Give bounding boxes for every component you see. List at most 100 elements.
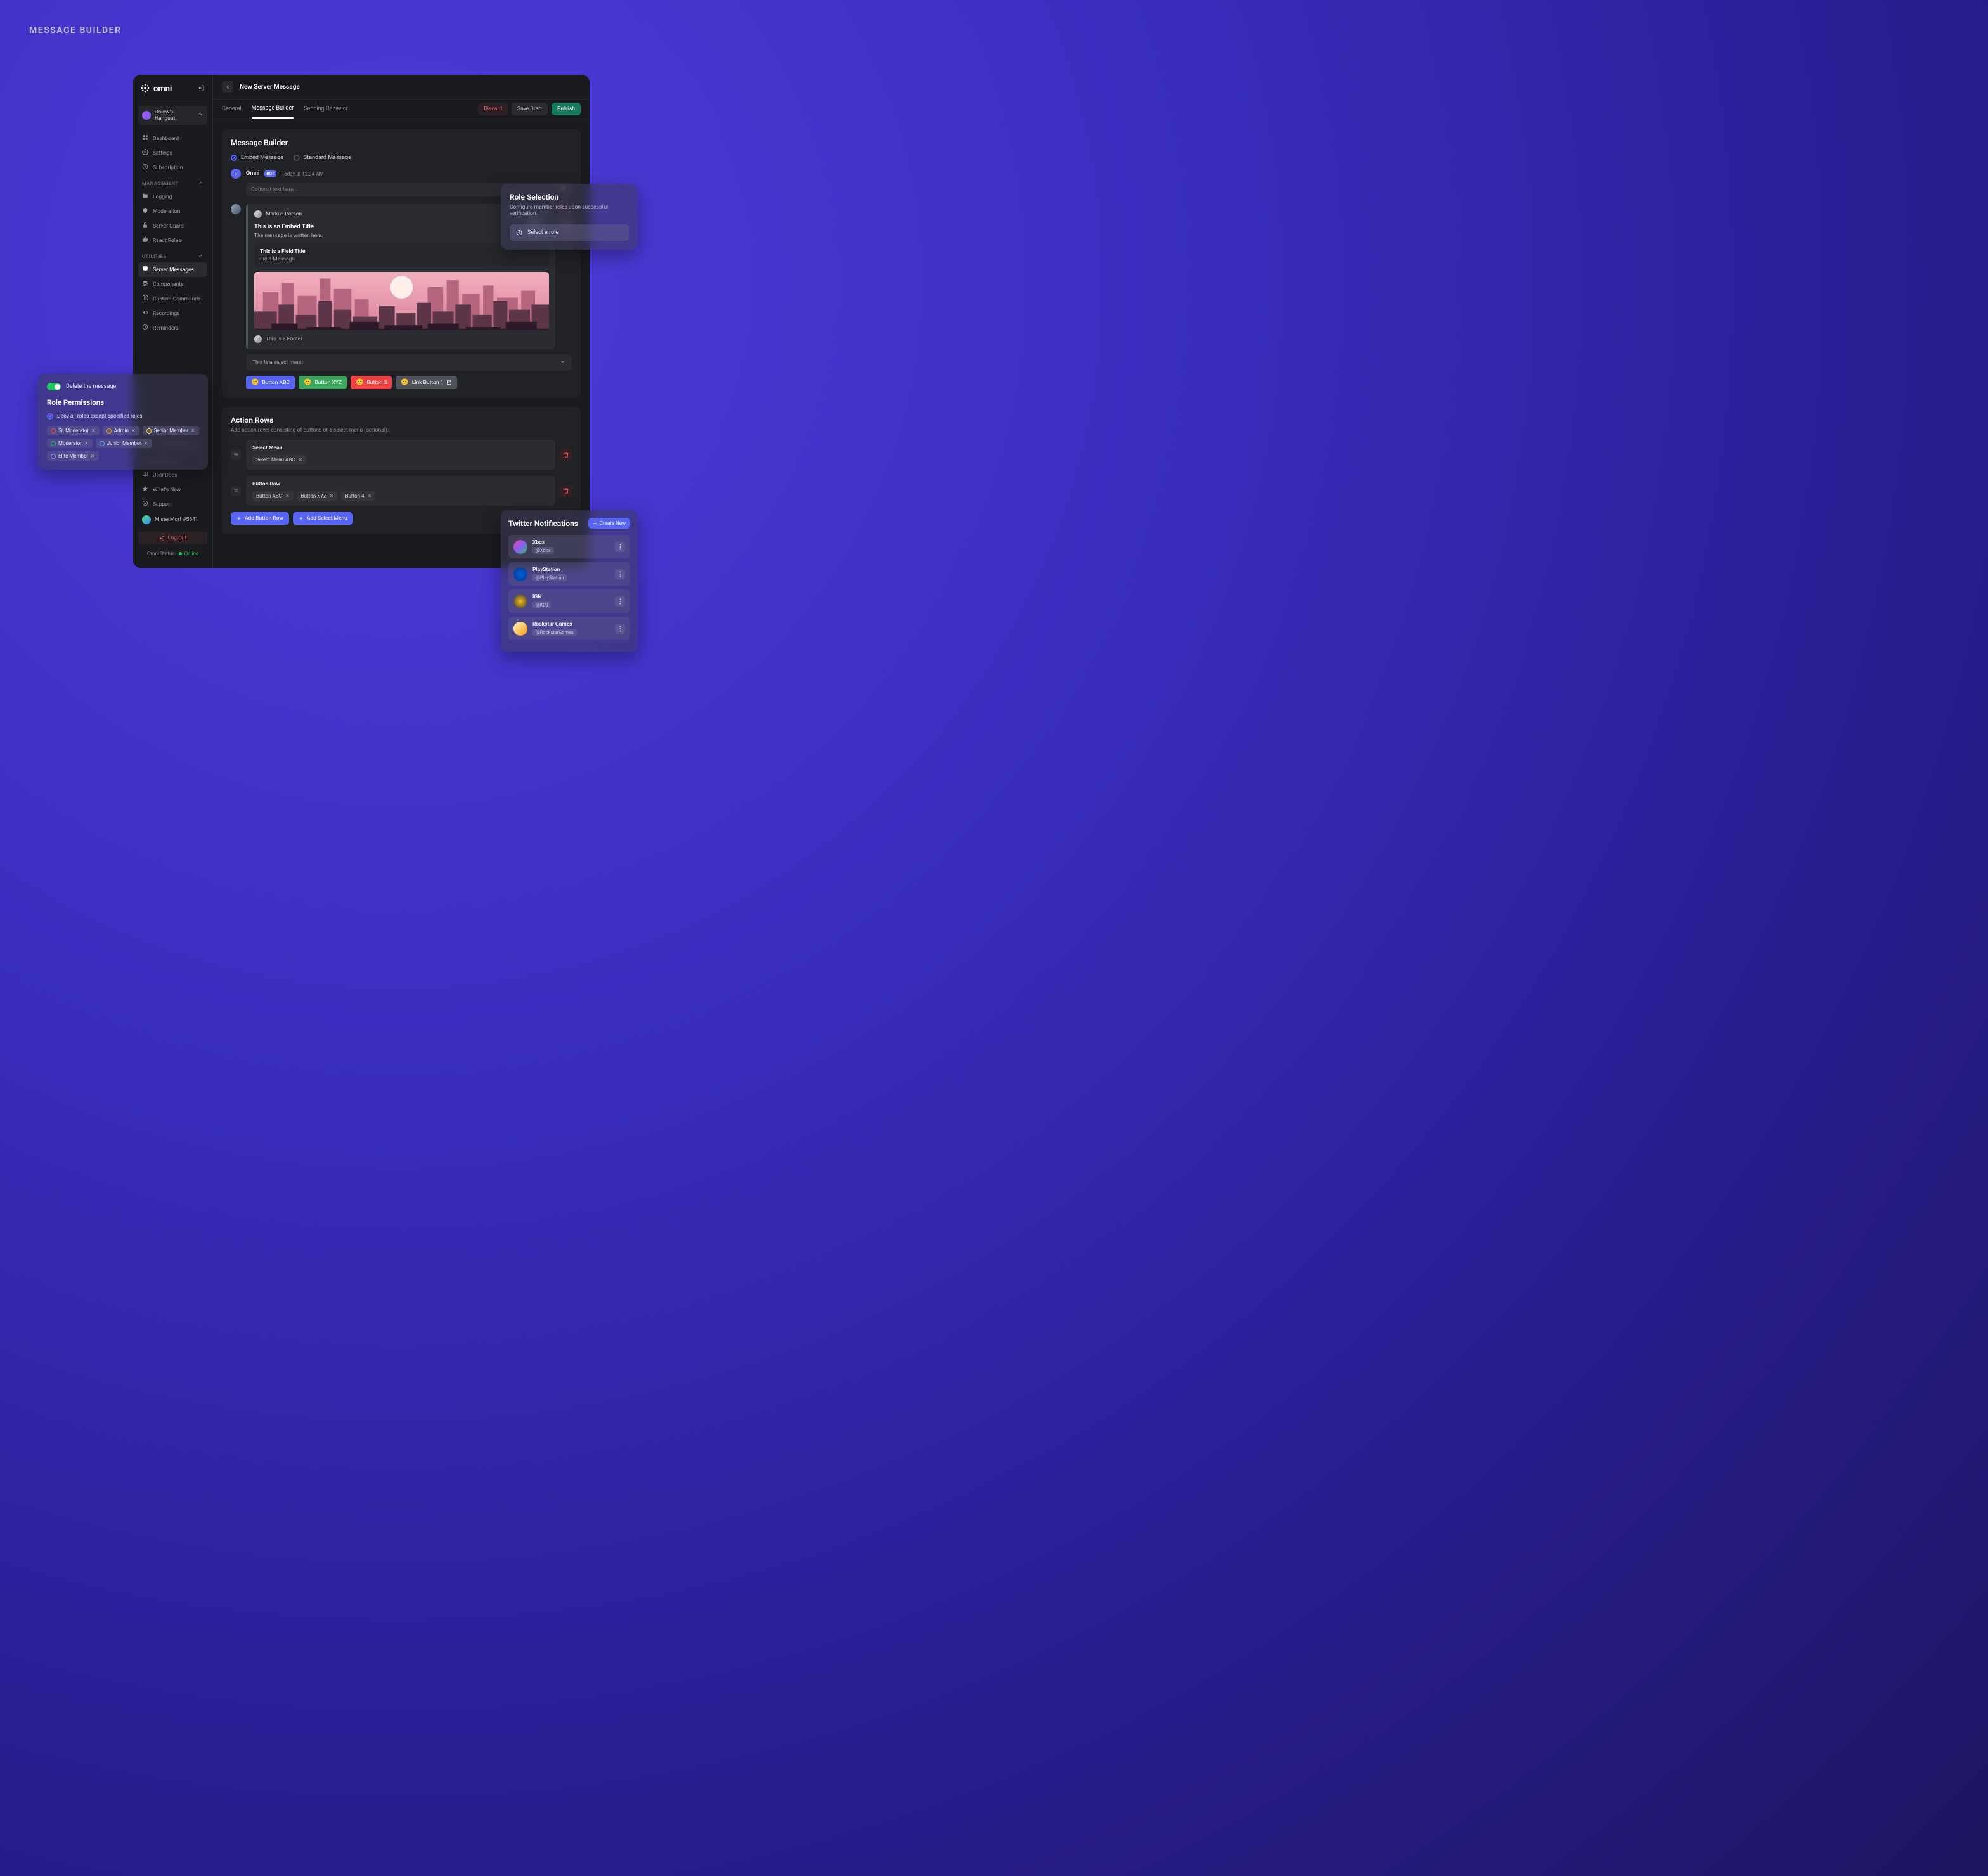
button-row-preview: 😊Button ABC 😊Button XYZ 😊Button 2 😊Link … [246,376,572,389]
nav-reminders[interactable]: Reminders [138,321,207,335]
nav-dashboard[interactable]: Dashboard [138,131,207,146]
role-chip[interactable]: Elite Member✕ [47,451,99,461]
select-role-button[interactable]: Select a role [510,224,629,241]
nav-moderation[interactable]: Moderation [138,204,207,219]
nav-custom-commands[interactable]: Custom Commands [138,292,207,306]
publish-button[interactable]: Publish [552,103,581,115]
nav-label: Recordings [153,311,180,317]
nav-recordings[interactable]: Recordings [138,306,207,321]
close-icon[interactable]: ✕ [91,453,95,459]
role-chip[interactable]: Senior Member✕ [143,426,199,435]
section-utilities[interactable]: UTILITIES [138,248,207,262]
account-avatar [513,622,527,636]
support-icon [142,500,148,508]
nav-server-messages[interactable]: Server Messages [138,262,207,277]
back-button[interactable] [222,81,233,93]
role-name: Admin [114,428,129,434]
user-row[interactable]: MisterMorf #5641 [138,511,207,528]
role-chip[interactable]: Junior Member✕ [96,439,152,448]
nav-react-roles[interactable]: React Roles [138,233,207,248]
close-icon[interactable]: ✕ [191,428,195,434]
role-name: Elite Member [58,453,88,459]
preview-button-success[interactable]: 😊Button XYZ [299,376,347,389]
page-heading: MESSAGE BUILDER [29,25,1963,35]
select-menu-chip[interactable]: Select Menu ABC✕ [252,455,306,465]
button-label: Button 2 [366,380,387,386]
more-button[interactable] [615,624,625,634]
role-chip[interactable]: Sr. Moderator✕ [47,426,100,435]
tab-sending-behavior[interactable]: Sending Behavior [304,100,348,118]
radio-deny-all[interactable]: Deny all roles except specified roles [47,413,199,420]
close-icon[interactable]: ✕ [330,493,334,499]
twitter-account-row[interactable]: IGN@IGN [508,589,630,613]
role-color-icon [51,441,56,446]
select-role-label: Select a role [527,229,558,236]
twitter-account-row[interactable]: Xbox@Xbox [508,535,630,558]
nav-subscription[interactable]: Subscription [138,160,207,175]
create-new-button[interactable]: Create New [588,518,630,529]
add-button-row-button[interactable]: Add Button Row [231,512,289,525]
select-menu-preview[interactable]: This is a select menu [246,354,572,371]
close-icon[interactable]: ✕ [91,428,96,434]
nav-user-docs[interactable]: User Docs [138,468,207,482]
delete-row-button[interactable] [560,485,572,497]
button-label: Add Button Row [245,515,283,522]
drag-handle[interactable] [231,486,241,496]
account-avatar [513,567,527,581]
button-label: Link Button 1 [412,380,444,386]
discard-button[interactable]: Discard [478,103,508,115]
field-title: This is a Field Title [260,248,543,255]
more-button[interactable] [615,569,625,579]
tab-message-builder[interactable]: Message Builder [252,100,294,119]
field-message: Field Message [260,256,543,262]
nav-components[interactable]: Components [138,277,207,292]
more-button[interactable] [615,542,625,552]
nav-logging[interactable]: Logging [138,190,207,204]
close-icon[interactable]: ✕ [368,493,372,499]
button-label: Add Select Menu [307,515,347,522]
command-icon [142,295,148,303]
close-icon[interactable]: ✕ [144,440,148,446]
more-button[interactable] [615,596,625,607]
drag-handle[interactable] [231,450,241,460]
preview-button-link[interactable]: 😊Link Button 1 [396,376,457,389]
embed-image[interactable] [254,272,549,330]
nav-settings[interactable]: Settings [138,146,207,160]
preview-button-danger[interactable]: 😊Button 2 [351,376,392,389]
layers-icon [142,280,148,288]
radio-embed-message[interactable]: Embed Message [231,155,283,161]
button-chip[interactable]: Button ABC✕ [252,491,294,501]
close-icon[interactable]: ✕ [84,440,89,446]
exit-icon[interactable] [197,84,205,94]
embed-footer[interactable]: This is a Footer [254,335,549,343]
twitter-account-row[interactable]: PlayStation@PlayStation [508,562,630,586]
tab-general[interactable]: General [222,100,242,118]
nav-whats-new[interactable]: What's New [138,482,207,497]
button-chip[interactable]: Button XYZ✕ [297,491,338,501]
status-dot-icon [179,552,182,555]
role-chip[interactable]: Moderator✕ [47,439,93,448]
nav-support[interactable]: Support [138,497,207,511]
delete-row-button[interactable] [560,449,572,461]
button-chip[interactable]: Button 4✕ [341,491,375,501]
nav-server-guard[interactable]: Server Guard [138,219,207,233]
server-selector[interactable]: Oslow's Hangout [138,106,207,125]
add-select-menu-button[interactable]: Add Select Menu [293,512,353,525]
close-icon[interactable]: ✕ [285,493,290,499]
twitter-account-row[interactable]: Rockstar Games@RockstarGames [508,617,630,640]
close-icon[interactable]: ✕ [131,428,136,434]
lock-icon [142,222,148,230]
role-name: Moderator [58,440,82,446]
main-area: New Server Message General Message Build… [213,75,590,568]
preview-button-primary[interactable]: 😊Button ABC [246,376,295,389]
close-icon[interactable]: ✕ [298,457,302,463]
section-management[interactable]: MANAGEMENT [138,175,207,190]
role-chip[interactable]: Admin✕ [103,426,139,435]
builder-title: Message Builder [231,138,572,147]
delete-message-toggle[interactable] [47,383,61,390]
radio-standard-message[interactable]: Standard Message [294,155,351,161]
logout-button[interactable]: Log Out [138,532,207,544]
save-draft-button[interactable]: Save Draft [512,103,548,115]
nav-label: Server Guard [153,223,184,229]
radio-dot-icon [231,155,237,161]
